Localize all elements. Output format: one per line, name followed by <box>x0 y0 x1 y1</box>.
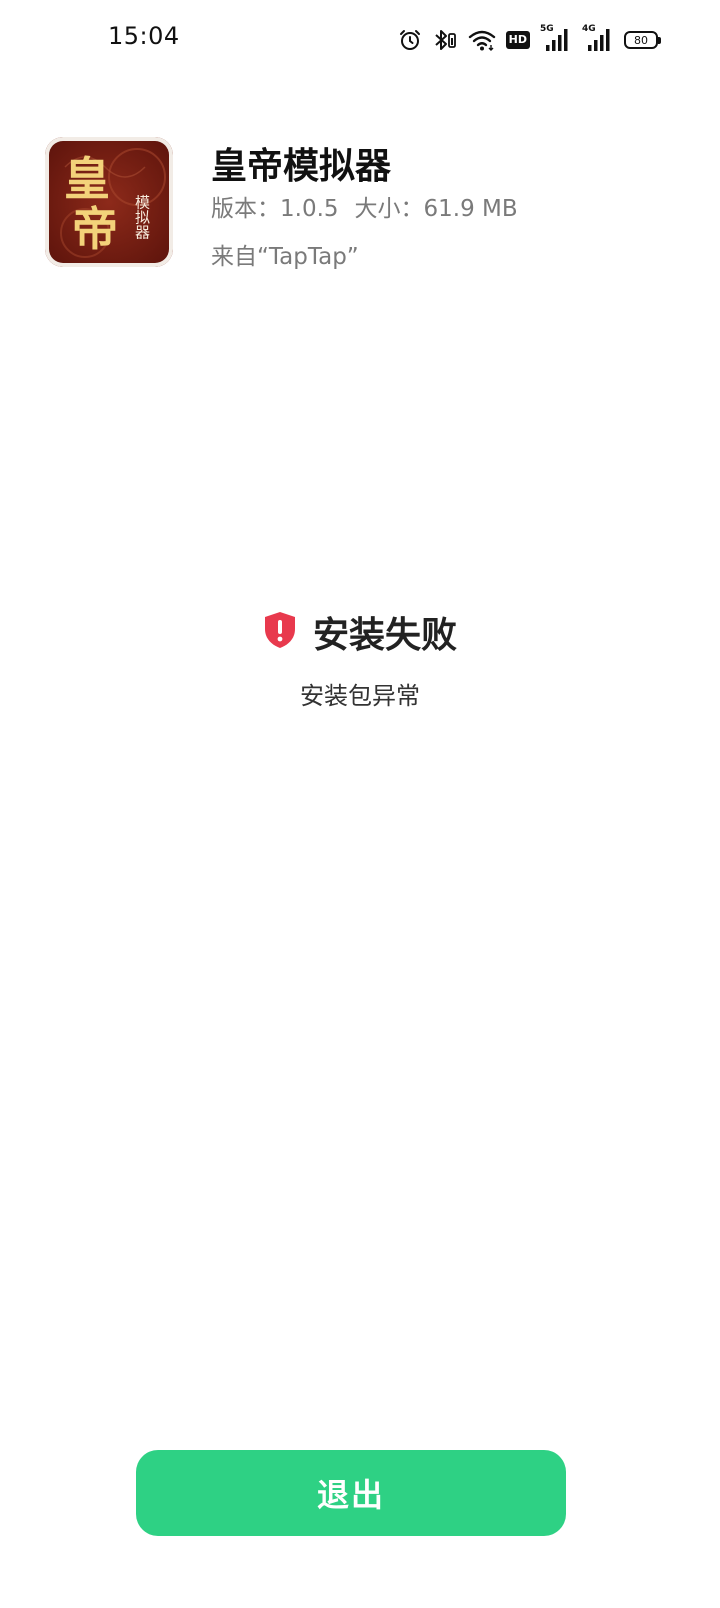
app-name: 皇帝模拟器 <box>211 146 392 187</box>
status-bar: 15:04 HD 5G 4G 80 <box>0 0 720 80</box>
battery-icon: 80 <box>624 31 661 49</box>
result-title: 安装失败 <box>312 615 457 656</box>
status-icons: HD 5G 4G 80 <box>398 24 661 56</box>
status-time: 15:04 <box>108 22 180 50</box>
signal-4g-icon: 4G <box>582 24 614 55</box>
app-icon-char-1: 皇 <box>64 152 110 206</box>
shield-alert-icon <box>263 611 297 653</box>
exit-button[interactable]: 退出 <box>136 1450 566 1536</box>
install-result: 安装失败 安装包异常 <box>0 606 720 711</box>
app-source: 来自“TapTap” <box>211 244 359 270</box>
signal-5g-icon: 5G <box>540 24 572 55</box>
bluetooth-icon <box>432 28 458 52</box>
signal-5g-label: 5G <box>540 24 554 34</box>
signal-4g-label: 4G <box>582 24 596 34</box>
app-icon: 皇 帝 模拟器 <box>45 137 173 267</box>
result-description: 安装包异常 <box>300 682 420 710</box>
battery-level: 80 <box>634 33 648 47</box>
app-icon-artwork: 皇 帝 模拟器 <box>45 137 173 267</box>
result-title-row: 安装失败 <box>0 606 720 658</box>
app-meta: 版本：1.0.5 大小：61.9 MB <box>211 189 518 223</box>
hd-voice-badge: HD <box>505 31 530 49</box>
app-icon-char-2: 帝 <box>72 202 118 256</box>
wifi-icon <box>468 28 496 52</box>
app-version: 版本：1.0.5 <box>211 196 339 222</box>
alarm-icon <box>398 28 422 52</box>
app-header: 皇 帝 模拟器 皇帝模拟器 版本：1.0.5 大小：61.9 MB 来自“Tap… <box>45 137 685 272</box>
app-icon-subtitle: 模拟器 <box>133 195 151 240</box>
app-size: 大小：61.9 MB <box>354 196 518 222</box>
